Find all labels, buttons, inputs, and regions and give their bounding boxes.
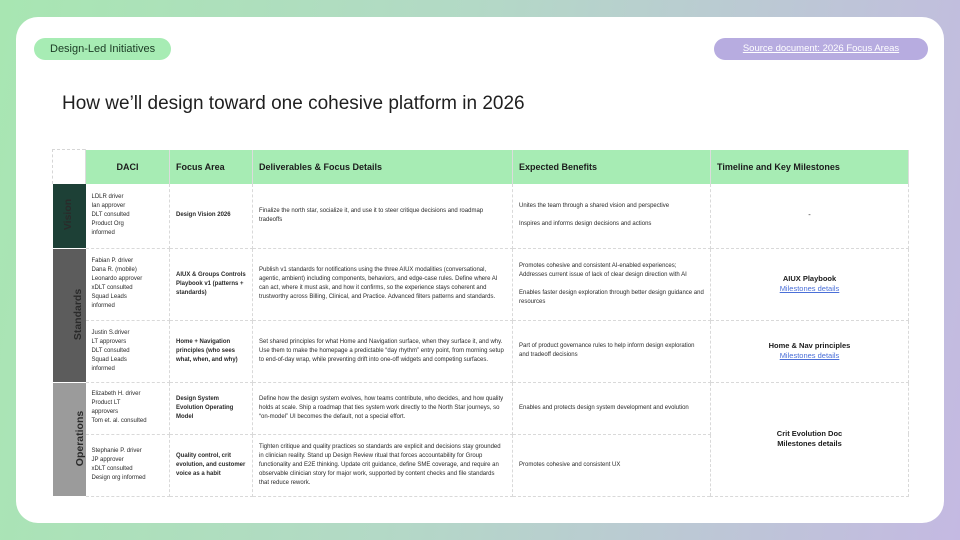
table-row: Vision LDLR driver Ian approver DLT cons…: [52, 184, 909, 249]
table-row: Operations Elizabeth H. driver Product L…: [52, 382, 909, 497]
milestones-details-text: Milestones details: [777, 439, 842, 448]
timeline-cell: Crit Evolution Doc Milestones details: [710, 382, 909, 497]
section-pill: Design-Led Initiatives: [34, 38, 172, 60]
initiatives-table: DACI Focus Area Deliverables & Focus Det…: [52, 149, 909, 497]
details-cell: Finalize the north star, socialize it, a…: [252, 184, 513, 249]
col-header-timeline: Timeline and Key Milestones: [710, 149, 909, 184]
daci-cell: Stephanie P. driver JP approver xDLT con…: [85, 434, 170, 497]
milestones-link[interactable]: Milestones details: [717, 351, 902, 361]
benefits-cell: Promotes cohesive and consistent AI-enab…: [512, 248, 711, 321]
focus-area-cell: Quality control, crit evolution, and cus…: [169, 434, 253, 497]
timeline-cell: -: [710, 184, 909, 249]
details-cell: Publish v1 standards for notifications u…: [252, 248, 513, 321]
timeline-cell: AIUX Playbook Milestones details: [710, 248, 909, 321]
details-cell: Tighten critique and quality practices s…: [252, 434, 513, 497]
focus-area-cell: AIUX & Groups Controls Playbook v1 (patt…: [169, 248, 253, 321]
daci-cell: Elizabeth H. driver Product LT approvers…: [85, 382, 170, 435]
benefits-cell: Part of product governance rules to help…: [512, 320, 711, 383]
details-cell: Set shared principles for what Home and …: [252, 320, 513, 383]
timeline-title: Home & Nav principles: [768, 341, 851, 350]
source-document-link[interactable]: Source document: 2026 Focus Areas: [714, 38, 928, 60]
slide-card: Design-Led Initiatives Source document: …: [16, 17, 944, 523]
daci-cell: Fabian P. driver Dana R. (mobile) Leonar…: [85, 248, 170, 321]
focus-area-cell: Home + Navigation principles (who sees w…: [169, 320, 253, 383]
category-vision: Vision: [52, 184, 86, 249]
category-operations: Operations: [52, 382, 86, 497]
timeline-title: AIUX Playbook: [782, 274, 837, 283]
col-header-benefits: Expected Benefits: [512, 149, 711, 184]
benefits-cell: Promotes cohesive and consistent UX: [512, 434, 711, 497]
category-standards: Standards: [52, 248, 86, 383]
daci-cell: Justin S.driver LT approvers DLT consult…: [85, 320, 170, 383]
focus-area-cell: Design System Evolution Operating Model: [169, 382, 253, 435]
benefits-cell: Unites the team through a shared vision …: [512, 184, 711, 249]
daci-cell: LDLR driver Ian approver DLT consulted P…: [85, 184, 170, 249]
col-header-deliverables: Deliverables & Focus Details: [252, 149, 513, 184]
timeline-title: Crit Evolution Doc: [776, 429, 843, 438]
col-header-daci: DACI: [85, 149, 170, 184]
table-corner: [52, 149, 86, 184]
benefits-cell: Enables and protects design system devel…: [512, 382, 711, 435]
details-cell: Define how the design system evolves, ho…: [252, 382, 513, 435]
table-header-row: DACI Focus Area Deliverables & Focus Det…: [52, 149, 909, 184]
focus-area-cell: Design Vision 2026: [169, 184, 253, 249]
table-row: Justin S.driver LT approvers DLT consult…: [53, 320, 909, 383]
page-title: How we’ll design toward one cohesive pla…: [62, 93, 525, 114]
col-header-focus-area: Focus Area: [169, 149, 253, 184]
table-row: Standards Fabian P. driver Dana R. (mobi…: [52, 248, 909, 383]
milestones-link[interactable]: Milestones details: [717, 284, 902, 294]
timeline-cell: Home & Nav principles Milestones details: [710, 320, 909, 383]
